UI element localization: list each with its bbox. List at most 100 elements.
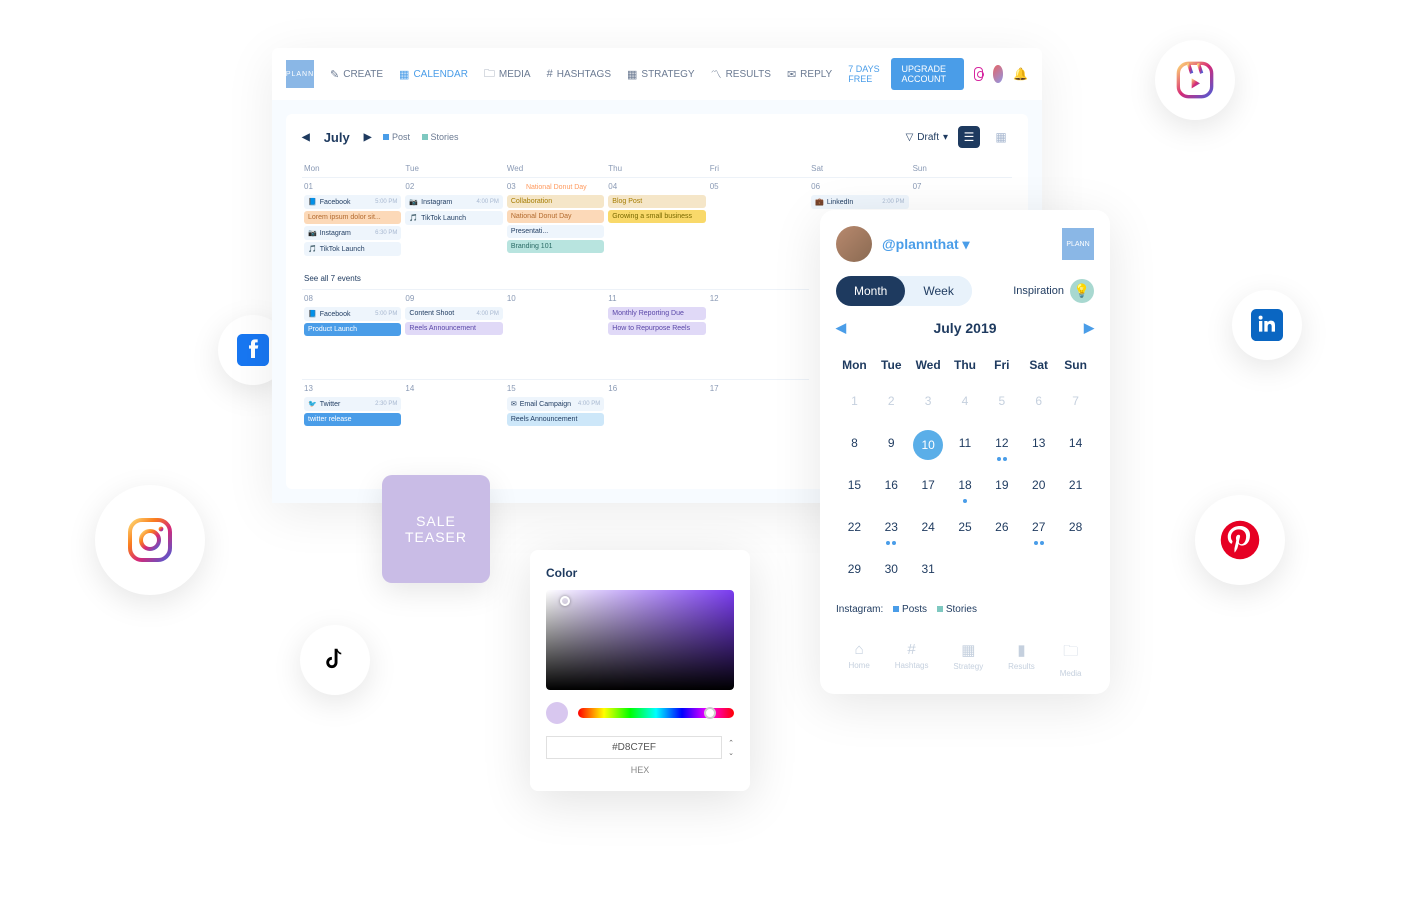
mini-day[interactable]: 11 <box>947 426 984 464</box>
spin-down[interactable]: ⌄ <box>728 749 734 757</box>
profile-avatar[interactable] <box>836 226 872 262</box>
event[interactable]: Branding 101 <box>507 240 604 253</box>
profile-handle[interactable]: @plannthat ▾ <box>882 236 970 253</box>
mini-day[interactable]: 17 <box>910 468 947 506</box>
cal-cell[interactable]: 02 📷 Instagram4:00 PM 🎵 TikTok Launch <box>403 177 504 268</box>
cal-cell[interactable]: 04 Blog Post Growing a small business <box>606 177 707 268</box>
cal-cell[interactable]: 03 National Donut Day Collaboration Nati… <box>505 177 606 268</box>
cal-cell[interactable]: 16 <box>606 379 707 469</box>
bn-home[interactable]: ⌂Home <box>848 641 869 678</box>
bn-hashtags[interactable]: #Hashtags <box>895 641 929 678</box>
mini-day[interactable]: 20 <box>1020 468 1057 506</box>
inspiration-button[interactable]: Inspiration💡 <box>1013 279 1094 303</box>
sat-val-area[interactable] <box>546 590 734 690</box>
mini-day[interactable]: 21 <box>1057 468 1094 506</box>
event[interactable]: Blog Post <box>608 195 705 208</box>
cal-cell[interactable]: 14 <box>403 379 504 469</box>
nav-media[interactable]: 🗀MEDIA <box>484 65 531 84</box>
nav-reply[interactable]: ✉REPLY <box>787 68 832 81</box>
mini-day[interactable]: 9 <box>873 426 910 464</box>
bn-results[interactable]: ▮Results <box>1008 641 1035 678</box>
mini-day[interactable]: 3 <box>910 384 947 422</box>
mini-day[interactable]: 24 <box>910 510 947 548</box>
mini-day[interactable]: 18 <box>947 468 984 506</box>
mini-day[interactable]: 12 <box>983 426 1020 464</box>
cal-cell[interactable]: 05 <box>708 177 809 268</box>
hex-input[interactable] <box>546 736 722 759</box>
list-view-button[interactable]: ☰ <box>958 126 980 148</box>
mini-day[interactable]: 26 <box>983 510 1020 548</box>
mini-day[interactable]: 15 <box>836 468 873 506</box>
cal-cell[interactable]: 10 <box>505 289 606 379</box>
event[interactable]: Lorem ipsum dolor sit... <box>304 211 401 224</box>
picker-cursor[interactable] <box>560 596 570 606</box>
cal-cell[interactable]: 11 Monthly Reporting Due How to Repurpos… <box>606 289 707 379</box>
mini-day[interactable]: 14 <box>1057 426 1094 464</box>
hue-thumb[interactable] <box>704 707 716 719</box>
cal-cell[interactable]: 08 📘 Facebook5:00 PM Product Launch <box>302 289 403 379</box>
nav-strategy[interactable]: ▦STRATEGY <box>627 68 695 81</box>
cal-cell[interactable]: 09 Content Shoot4:00 PM Reels Announceme… <box>403 289 504 379</box>
event[interactable]: ✉ Email Campaign4:00 PM <box>507 397 604 411</box>
mini-day[interactable]: 16 <box>873 468 910 506</box>
nav-calendar[interactable]: ▦CALENDAR <box>399 68 468 81</box>
bn-media[interactable]: 🗀Media <box>1060 641 1082 678</box>
event[interactable]: Content Shoot4:00 PM <box>405 307 502 320</box>
mini-day[interactable]: 5 <box>983 384 1020 422</box>
event[interactable]: Reels Announcement <box>405 322 502 335</box>
event[interactable]: How to Repurpose Reels <box>608 322 705 335</box>
hue-slider[interactable] <box>578 708 734 718</box>
mini-day[interactable]: 2 <box>873 384 910 422</box>
event[interactable]: 📷 Instagram4:00 PM <box>405 195 502 209</box>
mini-day[interactable]: 1 <box>836 384 873 422</box>
mini-day[interactable]: 25 <box>947 510 984 548</box>
upgrade-button[interactable]: UPGRADE ACCOUNT <box>891 58 963 90</box>
nav-create[interactable]: ✎CREATE <box>330 68 383 81</box>
mini-day[interactable]: 29 <box>836 552 873 590</box>
mini-day[interactable]: 4 <box>947 384 984 422</box>
mini-day-selected[interactable]: 10 <box>913 430 943 460</box>
event[interactable]: Reels Announcement <box>507 413 604 426</box>
mini-prev-arrow[interactable]: ◀ <box>836 320 846 336</box>
mini-day[interactable]: 6 <box>1020 384 1057 422</box>
event[interactable]: Product Launch <box>304 323 401 336</box>
event[interactable]: 📘 Facebook5:00 PM <box>304 195 401 209</box>
tab-week[interactable]: Week <box>905 276 971 306</box>
cal-cell[interactable]: 13 🐦 Twitter2:30 PM twitter release <box>302 379 403 469</box>
event[interactable]: 🎵 TikTok Launch <box>405 211 502 225</box>
mini-day[interactable]: 31 <box>910 552 947 590</box>
mini-day[interactable]: 22 <box>836 510 873 548</box>
draft-filter[interactable]: ▽Draft▾ <box>906 132 948 143</box>
bell-icon[interactable]: 🔔 <box>1013 67 1028 81</box>
event[interactable]: National Donut Day <box>507 210 604 223</box>
event[interactable]: Collaboration <box>507 195 604 208</box>
prev-month-arrow[interactable]: ◀ <box>302 132 310 143</box>
mini-day[interactable]: 30 <box>873 552 910 590</box>
mini-day[interactable]: 19 <box>983 468 1020 506</box>
mini-day[interactable]: 28 <box>1057 510 1094 548</box>
instagram-mini-icon[interactable] <box>974 67 983 81</box>
mini-day[interactable]: 27 <box>1020 510 1057 548</box>
cal-cell[interactable]: 12 <box>708 289 809 379</box>
mini-day[interactable]: 7 <box>1057 384 1094 422</box>
event[interactable]: 📷 Instagram6:30 PM <box>304 226 401 240</box>
next-month-arrow[interactable]: ▶ <box>364 132 372 143</box>
event[interactable]: 💼 LinkedIn2:00 PM <box>811 195 908 209</box>
grid-view-button[interactable]: ▦ <box>990 126 1012 148</box>
event[interactable]: 📘 Facebook5:00 PM <box>304 307 401 321</box>
mini-day[interactable]: 13 <box>1020 426 1057 464</box>
event[interactable]: Growing a small business <box>608 210 705 223</box>
event[interactable]: 🐦 Twitter2:30 PM <box>304 397 401 411</box>
nav-hashtags[interactable]: #HASHTAGS <box>547 68 611 80</box>
nav-results[interactable]: 〽RESULTS <box>711 66 771 82</box>
mini-next-arrow[interactable]: ▶ <box>1084 320 1094 336</box>
event[interactable]: twitter release <box>304 413 401 426</box>
bn-strategy[interactable]: ▦Strategy <box>953 641 983 678</box>
sale-teaser-tile[interactable]: SALE TEASER <box>382 475 490 583</box>
mini-day[interactable]: 8 <box>836 426 873 464</box>
user-avatar[interactable] <box>993 65 1003 83</box>
event[interactable]: Presentati... <box>507 225 604 238</box>
cal-cell[interactable]: 17 <box>708 379 809 469</box>
spin-up[interactable]: ⌃ <box>728 739 734 747</box>
event[interactable]: Monthly Reporting Due <box>608 307 705 320</box>
